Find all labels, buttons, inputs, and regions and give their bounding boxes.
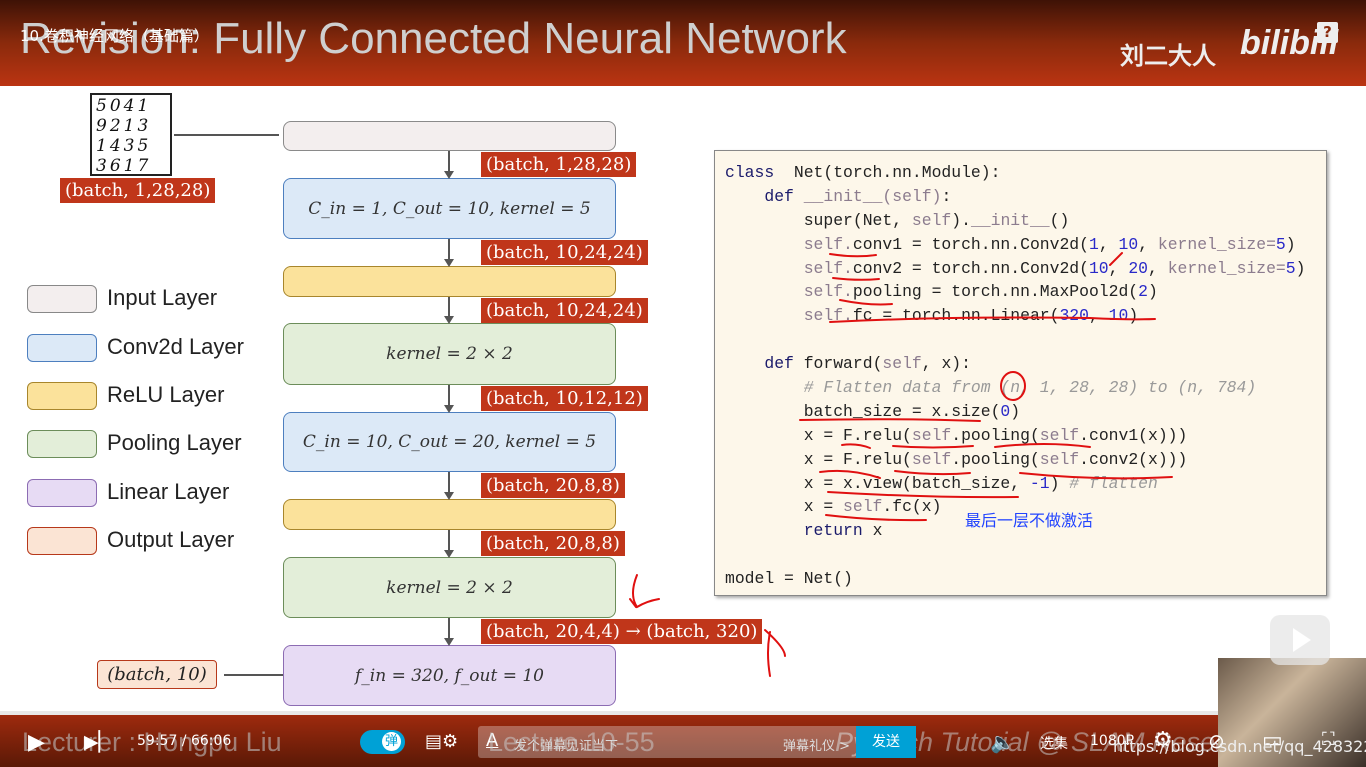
- episodes-button[interactable]: 选集: [1040, 733, 1068, 753]
- play-overlay-button[interactable]: [1270, 615, 1330, 665]
- underline-mark: [829, 253, 877, 258]
- next-icon[interactable]: ▶▏: [84, 731, 113, 753]
- progress-fill: [0, 711, 1239, 715]
- csdn-watermark: https://blog.csdn.net/qq_42832272: [1113, 737, 1366, 756]
- danmaku-etiquette-link[interactable]: 弹幕礼仪 >: [783, 735, 850, 754]
- volume-icon[interactable]: 🔈: [990, 730, 1015, 754]
- danmaku-toggle-label: 弹: [382, 732, 401, 751]
- play-icon: [1293, 628, 1311, 652]
- slide-footer-lecture: Lecture 10-55: [488, 727, 655, 757]
- danmaku-toggle[interactable]: 弹: [360, 730, 405, 754]
- time-display: 59:57 / 66:06: [137, 733, 232, 749]
- progress-bar[interactable]: [0, 711, 1366, 715]
- danmaku-settings-icon[interactable]: ▤⚙: [425, 731, 458, 752]
- play-icon[interactable]: ▶: [28, 730, 45, 755]
- pen-annotations: [629, 252, 1173, 677]
- send-button[interactable]: 发送: [856, 726, 916, 758]
